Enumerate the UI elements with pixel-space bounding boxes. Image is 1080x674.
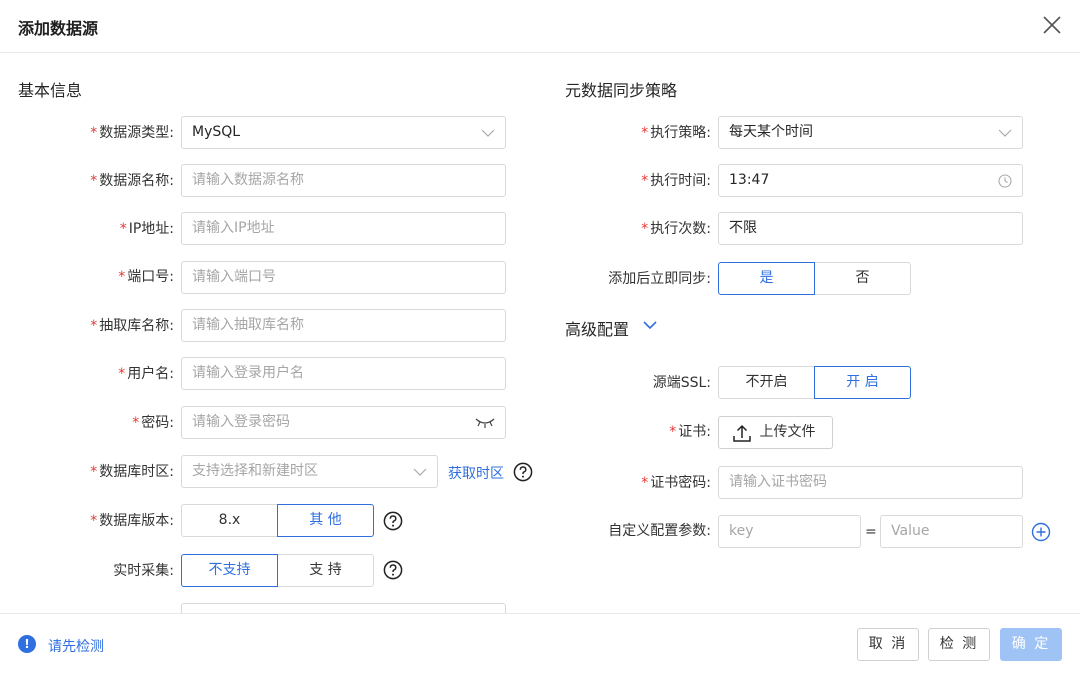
chevron-down-icon <box>998 117 1012 148</box>
sync-now-label: 添加后立即同步: <box>608 271 711 287</box>
close-icon[interactable] <box>1040 13 1064 37</box>
warning-icon: ! <box>18 635 36 653</box>
required-star: * <box>118 269 126 285</box>
db-version-segmented: 8.x 其 他 <box>181 504 374 537</box>
param-key-input[interactable]: key <box>718 515 861 548</box>
custom-params-label: 自定义配置参数: <box>608 523 711 539</box>
required-star: * <box>90 125 98 141</box>
basic-info-title: 基本信息 <box>18 81 83 100</box>
db-name-label: * 抽取库名称: <box>90 318 174 334</box>
exec-time-picker[interactable]: 13:47 <box>718 164 1023 197</box>
required-star: * <box>641 221 649 237</box>
advanced-config-toggle[interactable]: 高级配置 <box>565 316 629 340</box>
upload-file-button[interactable]: 上传文件 <box>718 416 833 449</box>
port-input[interactable]: 请输入端口号 <box>181 261 506 294</box>
strategy-label: * 执行策略: <box>641 125 711 141</box>
required-star: * <box>669 424 677 440</box>
exec-count-input[interactable]: 不限 <box>718 212 1023 245</box>
ip-input[interactable]: 请输入IP地址 <box>181 212 506 245</box>
required-star: * <box>90 318 98 334</box>
upload-icon <box>733 424 751 442</box>
realtime-supported-option[interactable]: 支 持 <box>277 554 374 587</box>
param-value-input[interactable]: Value <box>880 515 1023 548</box>
equals-sign: = <box>865 524 877 540</box>
db-version-label: * 数据库版本: <box>90 513 174 529</box>
get-timezone-link[interactable]: 获取时区 <box>448 463 504 483</box>
datasource-name-label: * 数据源名称: <box>90 173 174 189</box>
username-input[interactable]: 请输入登录用户名 <box>181 357 506 390</box>
help-icon[interactable] <box>383 511 403 531</box>
strategy-select[interactable]: 每天某个时间 <box>718 116 1023 149</box>
sync-now-segmented: 是 否 <box>718 262 911 295</box>
required-star: * <box>641 475 649 491</box>
dialog-header: 添加数据源 <box>0 0 1080 53</box>
eye-closed-icon[interactable] <box>475 407 495 438</box>
ip-label: * IP地址: <box>119 221 174 237</box>
ssl-segmented: 不开启 开 启 <box>718 366 911 399</box>
password-input[interactable]: 请输入登录密码 <box>181 406 506 439</box>
required-star: * <box>132 415 140 431</box>
db-name-input[interactable]: 请输入抽取库名称 <box>181 309 506 342</box>
required-star: * <box>90 464 98 480</box>
check-first-hint: 请先检测 <box>48 639 104 655</box>
required-star: * <box>90 173 98 189</box>
chevron-down-icon[interactable] <box>642 319 658 331</box>
datasource-name-input[interactable]: 请输入数据源名称 <box>181 164 506 197</box>
sync-now-yes-option[interactable]: 是 <box>718 262 815 295</box>
chevron-down-icon <box>413 456 427 487</box>
realtime-label: 实时采集: <box>113 563 174 579</box>
sync-strategy-title: 元数据同步策略 <box>565 81 678 100</box>
realtime-segmented: 不支持 支 持 <box>181 554 374 587</box>
timezone-label: * 数据库时区: <box>90 464 174 480</box>
cancel-button[interactable]: 取 消 <box>857 628 919 661</box>
required-star: * <box>641 125 649 141</box>
ssl-off-option[interactable]: 不开启 <box>718 366 815 399</box>
chevron-down-icon <box>481 117 495 148</box>
ssl-on-option[interactable]: 开 启 <box>814 366 911 399</box>
required-star: * <box>119 221 127 237</box>
version-other-option[interactable]: 其 他 <box>277 504 374 537</box>
cert-password-input[interactable]: 请输入证书密码 <box>718 466 1023 499</box>
ssl-label: 源端SSL: <box>652 375 711 391</box>
dialog-title: 添加数据源 <box>18 19 99 38</box>
timezone-select[interactable]: 支持选择和新建时区 <box>181 455 438 488</box>
required-star: * <box>641 173 649 189</box>
dialog-footer: ! 请先检测 取 消 检 测 确 定 <box>0 613 1080 674</box>
version-8x-option[interactable]: 8.x <box>181 504 278 537</box>
realtime-unsupported-option[interactable]: 不支持 <box>181 554 278 587</box>
check-button[interactable]: 检 测 <box>928 628 990 661</box>
cert-label: * 证书: <box>669 424 711 440</box>
sync-now-no-option[interactable]: 否 <box>814 262 911 295</box>
datasource-type-label: * 数据源类型: <box>90 125 174 141</box>
confirm-button[interactable]: 确 定 <box>1000 628 1062 661</box>
password-label: * 密码: <box>132 415 174 431</box>
help-icon[interactable] <box>513 462 533 482</box>
username-label: * 用户名: <box>118 366 174 382</box>
cert-password-label: * 证书密码: <box>641 475 711 491</box>
port-label: * 端口号: <box>118 269 174 285</box>
datasource-type-select[interactable]: MySQL <box>181 116 506 149</box>
clock-icon <box>998 165 1012 196</box>
exec-time-label: * 执行时间: <box>641 173 711 189</box>
required-star: * <box>90 513 98 529</box>
help-icon[interactable] <box>383 560 403 580</box>
required-star: * <box>118 366 126 382</box>
add-circle-icon[interactable] <box>1031 522 1051 542</box>
exec-count-label: * 执行次数: <box>641 221 711 237</box>
